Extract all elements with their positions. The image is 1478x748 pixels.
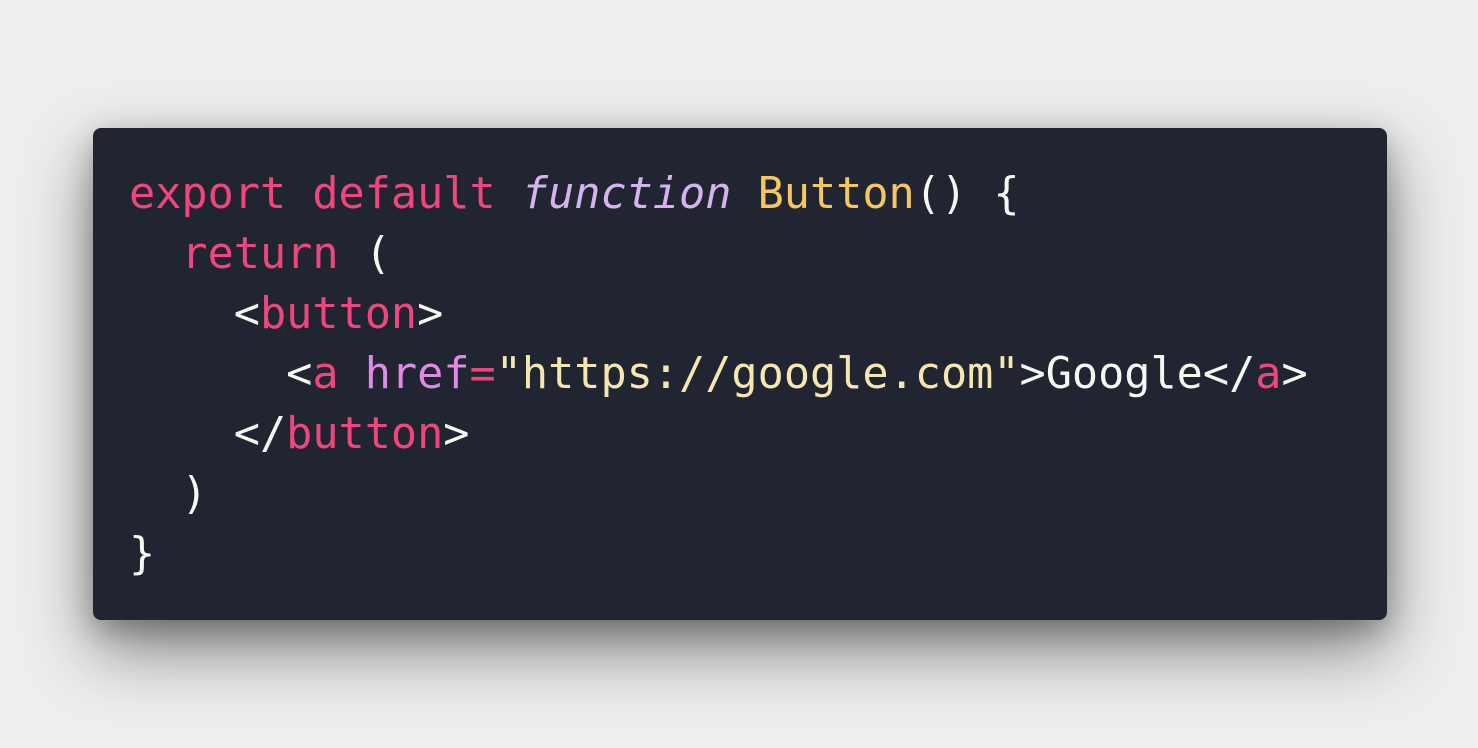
paren-open: (: [364, 229, 391, 279]
tag-name-button: button: [259, 289, 418, 339]
attribute-equals: =: [469, 349, 496, 399]
closing-tag-bracket-close: >: [1281, 349, 1308, 399]
code-line-3: <button>: [129, 284, 1308, 344]
tag-bracket-close: >: [417, 289, 444, 339]
code-line-6: ): [129, 464, 1308, 524]
keyword-default: default: [312, 169, 496, 219]
code-snippet-card: export default function Button() { retur…: [93, 128, 1387, 620]
paren-close: ): [181, 469, 208, 519]
brace-close: }: [129, 529, 156, 579]
closing-tag-name-button: button: [286, 409, 444, 459]
code-line-2: return (: [129, 224, 1308, 284]
link-text: Google: [1045, 349, 1203, 399]
tag-bracket-open: <: [233, 289, 260, 339]
code-line-1: export default function Button() {: [129, 164, 1308, 224]
keyword-function: function: [521, 169, 732, 219]
tag-bracket-close: >: [1019, 349, 1046, 399]
function-name: Button: [757, 169, 915, 219]
string-quote-open: ": [495, 349, 522, 399]
tag-name-a: a: [312, 349, 339, 399]
keyword-export: export: [129, 169, 287, 219]
closing-tag-bracket-open: </: [1202, 349, 1256, 399]
string-quote-close: ": [993, 349, 1020, 399]
closing-tag-name-a: a: [1255, 349, 1282, 399]
attribute-href: href: [364, 349, 470, 399]
code-line-7: }: [129, 524, 1308, 584]
code-line-5: </button>: [129, 404, 1308, 464]
code-block: export default function Button() { retur…: [129, 164, 1308, 584]
brace-open: {: [993, 169, 1020, 219]
string-url: https://google.com: [521, 349, 994, 399]
parentheses: (): [914, 169, 968, 219]
code-line-4: <a href="https://google.com">Google</a>: [129, 344, 1308, 404]
tag-bracket-open: <: [286, 349, 313, 399]
closing-tag-bracket-close: >: [443, 409, 470, 459]
closing-tag-bracket-open: </: [233, 409, 287, 459]
keyword-return: return: [181, 229, 339, 279]
